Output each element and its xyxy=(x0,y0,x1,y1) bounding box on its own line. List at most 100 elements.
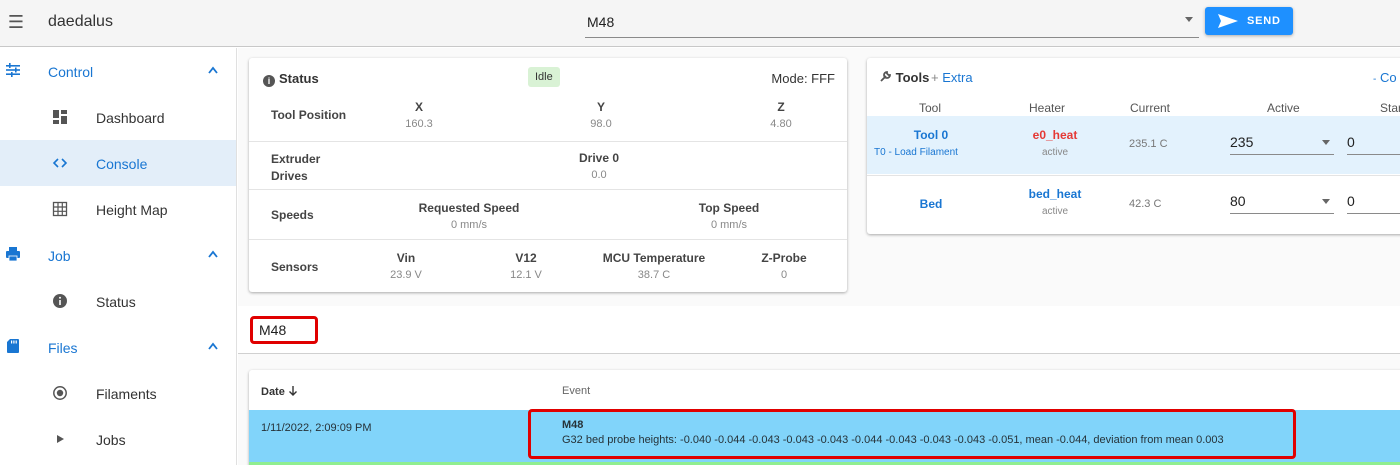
status-col: Requested Speed 0 mm/s xyxy=(389,201,549,231)
col-header: MCU Temperature xyxy=(602,251,706,265)
column-header-standby: Star xyxy=(1380,101,1400,115)
column-header-heater: Heater xyxy=(1029,101,1066,115)
col-header: Y xyxy=(596,100,605,114)
send-button[interactable]: SEND xyxy=(1205,7,1293,35)
tool-row-tool-0[interactable]: Tool 0 T0 - Load Filament e0_heat active… xyxy=(867,116,1400,174)
col-value: 160.3 xyxy=(405,118,433,130)
console-log-table: Date Event 1/11/2022, 2:09:09 PM M48 G32… xyxy=(249,370,1400,465)
sidebar-item-label: Console xyxy=(96,156,148,172)
active-temp-input[interactable] xyxy=(1230,131,1290,153)
sidebar-item-label: Jobs xyxy=(96,432,126,448)
arrow-down-icon[interactable] xyxy=(288,385,298,396)
tune-icon xyxy=(6,63,20,77)
table-row[interactable]: 1/11/2022, 2:09:09 PM M48 G32 bed probe … xyxy=(249,409,1400,462)
tool-subtitle[interactable]: T0 - Load Filament xyxy=(874,147,958,158)
console-command-input[interactable] xyxy=(250,316,318,344)
machine-mode: Mode: FFF xyxy=(771,71,835,86)
tool-name[interactable]: Bed xyxy=(907,197,955,211)
extra-label: Extra xyxy=(942,70,973,85)
col-value: 23.9 V xyxy=(390,269,422,281)
status-col: Z 4.80 xyxy=(741,100,821,130)
sidebar-item-dashboard[interactable]: Dashboard xyxy=(0,94,236,140)
collapse-link[interactable]: - Co xyxy=(1373,70,1397,85)
col-header: Drive 0 xyxy=(578,151,620,165)
sidebar-item-label: Dashboard xyxy=(96,110,165,126)
chevron-down-icon[interactable] xyxy=(1322,199,1330,204)
status-col: MCU Temperature 38.7 C xyxy=(589,251,719,281)
sidebar-group-job[interactable]: Job xyxy=(0,232,237,278)
column-header-date[interactable]: Date xyxy=(261,385,298,398)
sidebar-group-control[interactable]: Control xyxy=(0,48,237,94)
col-value: 98.0 xyxy=(590,118,612,130)
sidebar-item-label: Status xyxy=(96,294,136,310)
label-line: Extruder xyxy=(271,152,321,166)
status-col: Top Speed 0 mm/s xyxy=(649,201,809,231)
current-temp: 42.3 C xyxy=(1129,198,1162,210)
info-icon: i xyxy=(263,75,275,87)
heater-state: active xyxy=(1041,206,1069,217)
column-header-current: Current xyxy=(1130,101,1171,115)
active-temp-input[interactable] xyxy=(1230,190,1290,212)
send-icon xyxy=(1218,14,1238,28)
status-panel-header: i Status Idle Mode: FFF xyxy=(249,58,847,96)
standby-temp-input[interactable] xyxy=(1347,190,1397,212)
status-row-label: Sensors xyxy=(271,260,319,274)
play-icon xyxy=(57,435,64,443)
active-temp-field[interactable] xyxy=(1230,190,1334,214)
sidebar-item-height-map[interactable]: Height Map xyxy=(0,186,236,232)
command-combobox[interactable] xyxy=(585,8,1199,38)
col-value: 0 xyxy=(780,269,788,281)
sidebar-item-console[interactable]: Console xyxy=(0,140,236,186)
chevron-up-icon[interactable] xyxy=(208,66,218,74)
col-value: 0 mm/s xyxy=(450,219,488,231)
column-header-active: Active xyxy=(1267,101,1300,115)
event-message: G32 bed probe heights: -0.040 -0.044 -0.… xyxy=(562,434,1224,446)
highlight-box: M48 G32 bed probe heights: -0.040 -0.044… xyxy=(528,409,1296,459)
column-header-tool: Tool xyxy=(919,101,942,115)
status-title-text: Status xyxy=(279,71,319,86)
tools-panel-header: Tools + Extra - Co xyxy=(867,58,1400,96)
collapse-label: Co xyxy=(1379,70,1397,85)
status-row-sensors: Sensors Vin 23.9 V V12 12.1 V MCU Temperat… xyxy=(249,239,847,292)
status-badge: Idle xyxy=(528,67,560,87)
heater-name[interactable]: bed_heat xyxy=(1020,187,1090,201)
sidebar-item-label: Height Map xyxy=(96,202,168,218)
dash-icon: - xyxy=(1373,74,1377,85)
sd-card-icon xyxy=(7,339,19,353)
col-header: Vin xyxy=(396,251,416,265)
status-col: Y 98.0 xyxy=(561,100,641,130)
menu-icon[interactable]: ☰ xyxy=(6,12,26,32)
sidebar: Control Dashboard Console Height Map Job… xyxy=(0,48,237,465)
col-header: X xyxy=(414,100,423,114)
chevron-down-icon[interactable] xyxy=(1185,17,1193,22)
heater-name[interactable]: e0_heat xyxy=(1020,128,1090,142)
main-content: i Status Idle Mode: FFF Tool Position X 16… xyxy=(238,48,1400,465)
sidebar-item-jobs[interactable]: Jobs xyxy=(0,416,236,462)
extra-link[interactable]: + Extra xyxy=(931,70,973,85)
standby-temp-field[interactable] xyxy=(1347,190,1400,214)
standby-temp-field[interactable] xyxy=(1347,131,1400,155)
status-col: Vin 23.9 V xyxy=(366,251,446,281)
sidebar-item-status[interactable]: Status xyxy=(0,278,236,324)
standby-temp-input[interactable] xyxy=(1347,131,1397,153)
column-header-event: Event xyxy=(562,385,591,397)
tool-row-bed[interactable]: Bed bed_heat active 42.3 C xyxy=(867,175,1400,233)
plus-icon: + xyxy=(931,70,939,85)
status-panel: i Status Idle Mode: FFF Tool Position X 16… xyxy=(249,58,847,292)
tools-panel-title: Tools xyxy=(879,70,929,85)
code-icon xyxy=(52,158,68,168)
chevron-up-icon[interactable] xyxy=(208,250,218,258)
dashboard-icon xyxy=(53,110,67,124)
command-input[interactable] xyxy=(585,8,1165,36)
col-header: Top Speed xyxy=(698,201,760,215)
chevron-up-icon[interactable] xyxy=(208,342,218,350)
status-row-speeds: Speeds Requested Speed 0 mm/s Top Speed 0 … xyxy=(249,189,847,239)
sidebar-group-label: Job xyxy=(48,248,71,264)
status-row-label: Speeds xyxy=(271,208,314,222)
col-header: Z-Probe xyxy=(761,251,807,265)
chevron-down-icon[interactable] xyxy=(1322,140,1330,145)
active-temp-field[interactable] xyxy=(1230,131,1334,155)
sidebar-item-filaments[interactable]: Filaments xyxy=(0,370,236,416)
tool-name[interactable]: Tool 0 xyxy=(907,128,955,142)
sidebar-group-files[interactable]: Files xyxy=(0,324,237,370)
